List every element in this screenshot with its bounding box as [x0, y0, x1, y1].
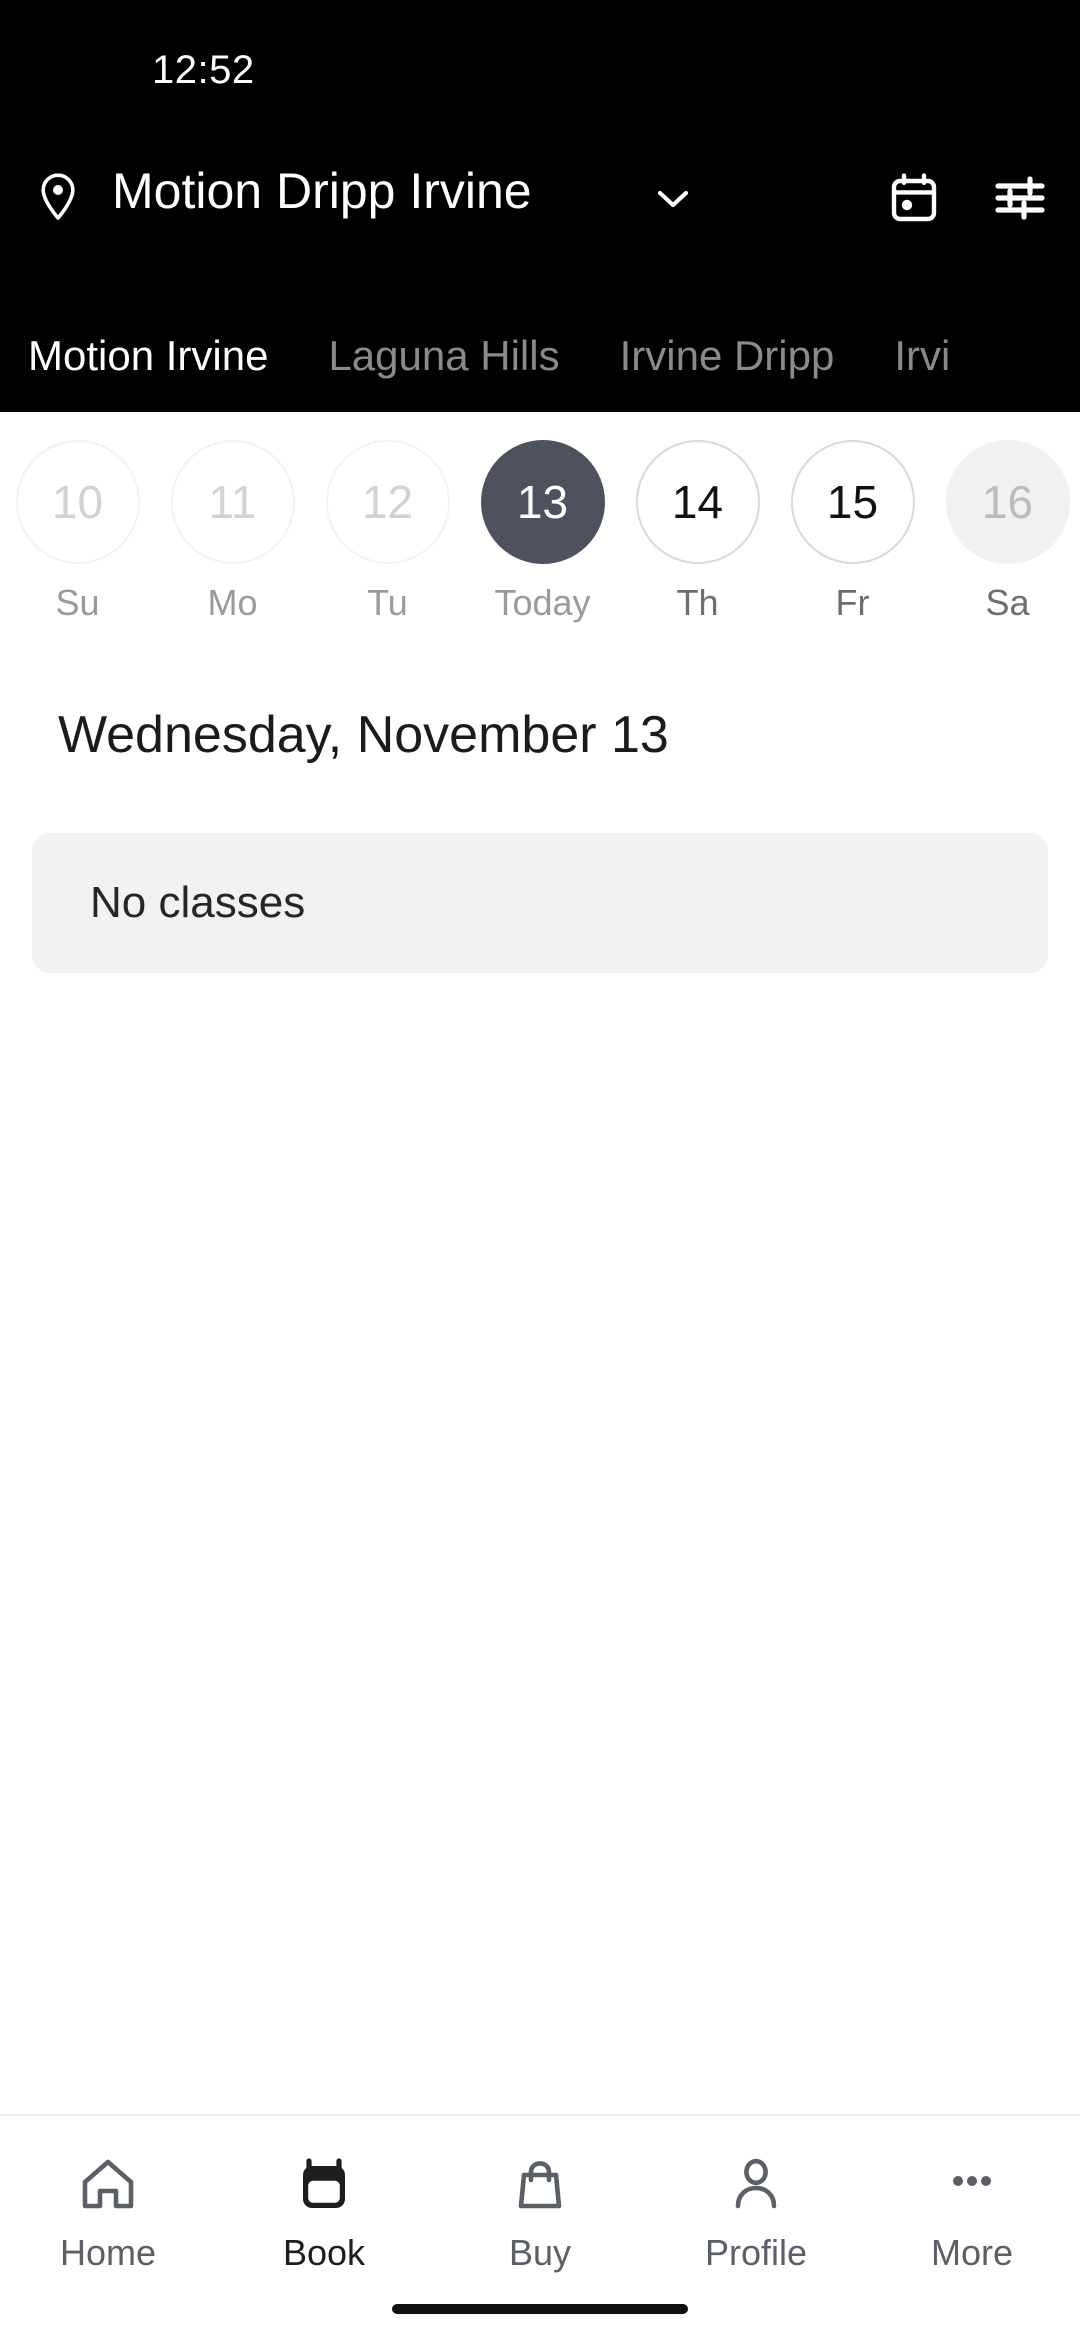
location-title: Motion Dripp Irvine — [112, 163, 532, 219]
status-bar: 12:52 — [0, 0, 1080, 110]
date-cell-10[interactable]: 10 Su — [0, 440, 155, 624]
date-cell-15[interactable]: 15 Fr — [775, 440, 930, 624]
date-cell-13-selected[interactable]: 13 Today — [465, 440, 620, 624]
location-tabs: Motion Irvine Laguna Hills Irvine Dripp … — [0, 300, 1080, 412]
date-weekday-label: Sa — [985, 582, 1030, 623]
nav-label: More — [930, 2232, 1014, 2273]
class-list-empty-card: No classes — [32, 833, 1048, 973]
date-number: 12 — [325, 440, 450, 564]
date-number: 14 — [635, 440, 760, 564]
three-dots-icon — [941, 2148, 1003, 2222]
app-screen: 12:52 Motion Dripp Irvine Motion Irvine … — [0, 0, 1080, 2340]
home-icon — [77, 2148, 139, 2222]
header-actions — [882, 166, 1052, 230]
nav-item-buy[interactable]: Buy — [432, 2148, 648, 2274]
nav-item-book[interactable]: Book — [216, 2148, 432, 2274]
date-weekday-label: Mo — [207, 582, 258, 623]
date-number: 10 — [15, 440, 140, 564]
date-cell-16[interactable]: 16 Sa — [930, 440, 1080, 624]
date-cell-14[interactable]: 14 Th — [620, 440, 775, 624]
date-cell-11[interactable]: 11 Mo — [155, 440, 310, 624]
date-cell-12[interactable]: 12 Tu — [310, 440, 465, 624]
person-icon — [725, 2148, 787, 2222]
nav-label: Buy — [508, 2232, 572, 2273]
date-number: 13 — [480, 440, 605, 564]
shopping-bag-icon — [509, 2148, 571, 2222]
location-tab-0[interactable]: Motion Irvine — [28, 332, 268, 380]
home-indicator — [392, 2304, 688, 2314]
filter-button[interactable] — [988, 166, 1052, 230]
location-tab-3[interactable]: Irvi — [894, 332, 950, 380]
location-tab-2[interactable]: Irvine Dripp — [620, 332, 835, 380]
nav-item-profile[interactable]: Profile — [648, 2148, 864, 2274]
date-weekday-label: Today — [494, 582, 591, 623]
date-weekday-label: Tu — [367, 582, 408, 623]
location-tab-1[interactable]: Laguna Hills — [328, 332, 559, 380]
selected-day-heading: Wednesday, November 13 — [58, 706, 669, 764]
location-pin-icon — [36, 172, 80, 222]
calendar-filled-icon — [293, 2148, 355, 2222]
chevron-down-icon[interactable] — [650, 178, 696, 218]
location-selector-row[interactable]: Motion Dripp Irvine — [0, 150, 1080, 270]
status-bar-clock: 12:52 — [152, 48, 255, 92]
app-header: 12:52 Motion Dripp Irvine Motion Irvine … — [0, 0, 1080, 412]
date-number: 16 — [945, 440, 1070, 564]
date-strip: 10 Su 11 Mo 12 Tu 13 Today 14 Th 15 Fr 1… — [0, 440, 1080, 670]
nav-item-more[interactable]: More — [864, 2148, 1080, 2274]
nav-label: Profile — [704, 2232, 808, 2273]
date-number: 11 — [170, 440, 295, 564]
nav-label: Book — [282, 2232, 366, 2273]
date-weekday-label: Fr — [835, 582, 870, 623]
nav-item-home[interactable]: Home — [0, 2148, 216, 2274]
nav-label: Home — [59, 2232, 157, 2273]
empty-state-text: No classes — [90, 878, 306, 927]
bottom-navigation-bar: Home Book Buy Profile More — [0, 2114, 1080, 2340]
date-weekday-label: Th — [676, 582, 719, 623]
date-weekday-label: Su — [55, 582, 100, 623]
date-number: 15 — [790, 440, 915, 564]
calendar-button[interactable] — [882, 166, 946, 230]
